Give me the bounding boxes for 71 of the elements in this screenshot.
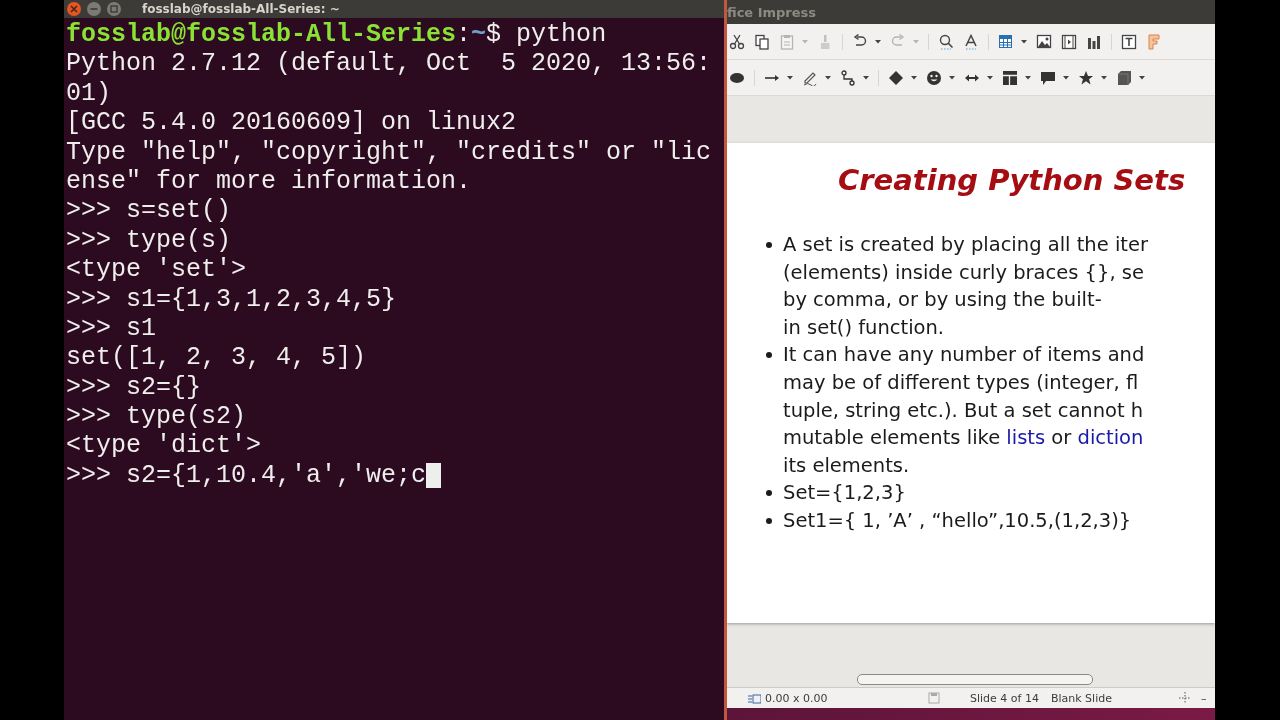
caret-icon[interactable] bbox=[1021, 39, 1027, 44]
prompt-separator: : bbox=[456, 20, 472, 50]
bullet-text: A set is created by placing all the iter (elements) inside curly braces {}, se by comma, or by using the built- in set() function. bbox=[783, 232, 1148, 341]
terminal-line: 01) bbox=[66, 78, 111, 109]
bullet-text: Set1={ 1, ’A’ , “hello”,10.5,(1,2,3)} bbox=[783, 507, 1132, 534]
bullet-icon bbox=[765, 490, 772, 497]
caret-icon[interactable] bbox=[787, 75, 793, 80]
terminal-line: >>> s2={} bbox=[66, 372, 202, 403]
terminal-line: >>> s2={1,10.4,'a','we;c bbox=[66, 460, 427, 491]
caret-icon[interactable] bbox=[875, 39, 881, 44]
bullet-icon bbox=[765, 352, 772, 359]
minimize-icon[interactable] bbox=[86, 1, 102, 17]
prompt-path: ~ bbox=[471, 20, 487, 50]
copy-icon[interactable] bbox=[754, 33, 770, 50]
terminal-line: Type "help", "copyright", "credits" or "lic bbox=[66, 137, 712, 167]
terminal-line: ense" for more information. bbox=[66, 166, 472, 197]
close-icon[interactable] bbox=[66, 1, 82, 17]
bullet-icon bbox=[765, 242, 772, 248]
terminal-line: <type 'dict'> bbox=[66, 431, 262, 461]
caret-icon[interactable] bbox=[863, 75, 869, 80]
caret-icon[interactable] bbox=[1139, 75, 1145, 80]
terminal-line: set([1, 2, 3, 4, 5]) bbox=[66, 343, 367, 373]
window-title: fice Impress bbox=[727, 4, 817, 20]
size-icon bbox=[747, 692, 761, 704]
scrollbar[interactable] bbox=[857, 673, 1093, 685]
callout-icon[interactable] bbox=[1040, 69, 1056, 86]
slide-number: Slide 4 of 14 bbox=[970, 691, 1039, 705]
smiley-icon[interactable] bbox=[926, 69, 942, 86]
size-readout: 0.00 x 0.00 bbox=[765, 691, 829, 705]
caret-icon[interactable] bbox=[911, 75, 917, 80]
caret-icon[interactable] bbox=[1101, 75, 1107, 80]
link[interactable]: lists bbox=[1006, 426, 1046, 450]
cube-icon[interactable] bbox=[1116, 69, 1132, 86]
flowchart-icon[interactable] bbox=[1002, 69, 1018, 86]
window-title: fosslab@fosslab-All-Series: ~ bbox=[142, 2, 340, 16]
table-icon[interactable] bbox=[998, 33, 1014, 50]
film-icon[interactable] bbox=[1061, 33, 1077, 50]
terminal-line: >>> s=set() bbox=[66, 196, 232, 226]
caret-icon[interactable] bbox=[825, 75, 831, 80]
search-icon[interactable] bbox=[938, 33, 954, 50]
chart-icon[interactable] bbox=[1086, 33, 1102, 50]
terminal-line: [GCC 5.4.0 20160609] on linux2 bbox=[66, 108, 517, 138]
connector-icon[interactable] bbox=[840, 69, 856, 86]
save-icon bbox=[928, 692, 940, 704]
diamond-icon[interactable] bbox=[888, 69, 904, 86]
link[interactable]: diction bbox=[1077, 426, 1144, 450]
bullet-text: Set={1,2,3} bbox=[783, 480, 906, 507]
bullet-icon bbox=[765, 517, 772, 524]
caret-icon[interactable] bbox=[949, 75, 955, 80]
bullet-text: It can have any number of items and may be of different types (integer, fl tuple, string etc.). But a set cannot h mutable elements like lists or diction its elements. bbox=[783, 342, 1145, 479]
slide-title: Creating Python Sets bbox=[837, 162, 1187, 199]
text-box-icon[interactable] bbox=[1121, 33, 1137, 50]
terminal-line: >>> type(s) bbox=[66, 225, 232, 256]
terminal-line: >>> s1 bbox=[66, 313, 156, 344]
terminal-line: >>> s1={1,3,1,2,3,4,5} bbox=[66, 284, 397, 314]
caret-icon[interactable] bbox=[987, 75, 993, 80]
terminal-line: <type 'set'> bbox=[66, 255, 247, 285]
scissors-icon[interactable] bbox=[729, 33, 745, 50]
star-icon[interactable] bbox=[1078, 69, 1094, 86]
move-icon bbox=[1178, 692, 1191, 704]
caret-icon[interactable] bbox=[1025, 75, 1031, 80]
prompt-user: fosslab@fosslab-All-Series bbox=[66, 20, 457, 50]
terminal-line: Python 2.7.12 (default, Oct 5 2020, 13:56: bbox=[66, 49, 712, 79]
maximize-icon[interactable] bbox=[106, 1, 122, 17]
slide-layout: Blank Slide bbox=[1050, 691, 1113, 705]
spellcheck-icon[interactable] bbox=[963, 33, 979, 50]
caret-icon[interactable] bbox=[1063, 75, 1069, 80]
terminal-command: $ python bbox=[486, 20, 607, 50]
image-icon[interactable] bbox=[1036, 33, 1052, 50]
zoom-out-button[interactable]: – bbox=[1200, 691, 1207, 705]
terminal-line: >>> type(s2) bbox=[66, 402, 247, 432]
